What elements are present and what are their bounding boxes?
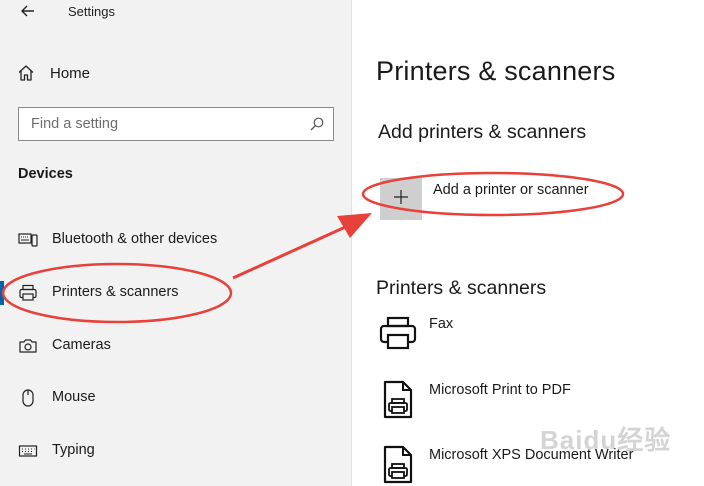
keyboard-icon xyxy=(18,441,38,461)
page-title: Printers & scanners xyxy=(376,56,616,86)
sidebar-item-typing[interactable]: Typing xyxy=(0,431,352,471)
back-arrow-icon[interactable] xyxy=(18,1,38,21)
home-icon xyxy=(16,63,36,83)
search-input[interactable] xyxy=(19,108,289,140)
selection-indicator xyxy=(0,281,4,305)
sidebar-item-label: Mouse xyxy=(52,389,96,405)
main-content: Printers & scanners Add printers & scann… xyxy=(352,0,704,486)
sidebar-item-label: Typing xyxy=(52,442,95,458)
sidebar-item-label: Cameras xyxy=(52,337,111,353)
sidebar-item-mouse[interactable]: Mouse xyxy=(0,378,352,418)
home-label: Home xyxy=(50,64,91,82)
watermark: Baidu经验 xyxy=(540,425,672,455)
add-printer-label[interactable]: Add a printer or scanner xyxy=(433,182,589,198)
title-bar: Settings xyxy=(0,0,352,24)
sidebar-item-cameras[interactable]: Cameras xyxy=(0,326,352,366)
document-printer-icon xyxy=(378,379,418,419)
sidebar-item-label: Printers & scanners xyxy=(52,284,179,300)
document-printer-icon xyxy=(378,444,418,484)
devices-section-title: Devices xyxy=(18,166,73,182)
camera-icon xyxy=(18,336,38,356)
search-box xyxy=(18,107,334,141)
printer-icon xyxy=(378,313,418,353)
device-item-fax[interactable]: Fax xyxy=(378,313,698,365)
sidebar: Settings Home Devices Bluetooth & other … xyxy=(0,0,352,486)
add-printer-button[interactable] xyxy=(380,178,422,220)
app-title: Settings xyxy=(68,4,115,19)
search-icon[interactable] xyxy=(309,116,325,132)
sidebar-item-label: Bluetooth & other devices xyxy=(52,231,218,247)
printer-icon xyxy=(18,283,38,303)
mouse-icon xyxy=(18,388,38,408)
device-name: Fax xyxy=(429,316,454,332)
home-link[interactable]: Home xyxy=(16,60,90,86)
add-section-title: Add printers & scanners xyxy=(378,121,587,143)
sidebar-item-printers[interactable]: Printers & scanners xyxy=(0,273,352,313)
printers-list-title: Printers & scanners xyxy=(376,277,547,299)
bluetooth-devices-icon xyxy=(18,230,38,250)
plus-icon xyxy=(394,189,408,209)
sidebar-item-bluetooth[interactable]: Bluetooth & other devices xyxy=(0,220,352,260)
device-name: Microsoft Print to PDF xyxy=(429,382,571,398)
